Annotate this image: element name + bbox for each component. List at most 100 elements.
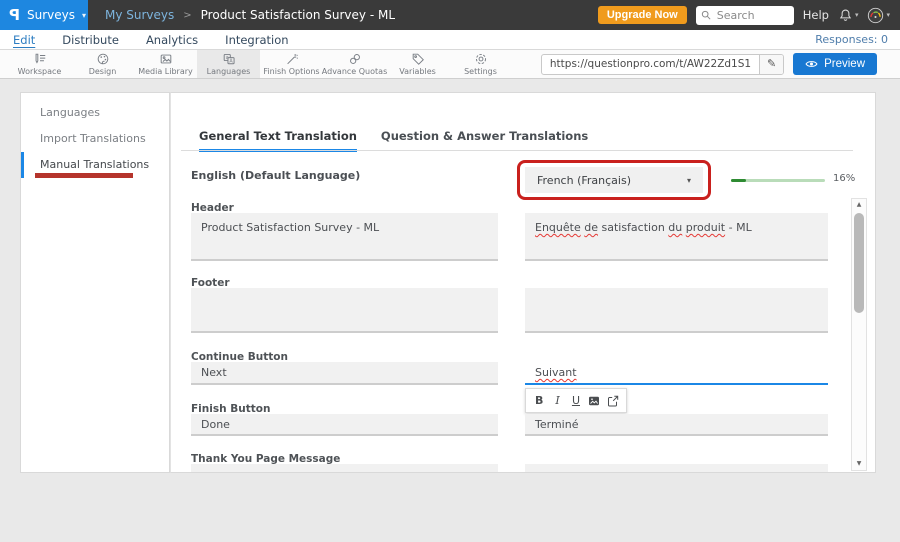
breadcrumb-separator: >: [183, 10, 191, 21]
format-toolbar: B I U: [525, 388, 627, 413]
eye-icon: [805, 59, 818, 69]
scroll-down-icon[interactable]: ▼: [852, 458, 866, 470]
toolbar-languages-label: Languages: [207, 67, 251, 76]
search-input[interactable]: [715, 8, 785, 23]
scrollbar-thumb[interactable]: [854, 213, 864, 313]
toolbar-workspace[interactable]: Workspace: [8, 50, 71, 78]
global-search[interactable]: [696, 6, 794, 25]
survey-url-box: https://questionpro.com/t/AW22Zd1S1 ✎: [541, 54, 784, 75]
field-target-thank-you-page[interactable]: [525, 464, 828, 473]
target-language-value: French (Français): [537, 174, 631, 187]
target-language-dropdown[interactable]: French (Français) ▾: [525, 167, 703, 193]
survey-url-area: https://questionpro.com/t/AW22Zd1S1 ✎ Pr…: [541, 50, 900, 78]
main-nav: Edit Distribute Analytics Integration Re…: [0, 30, 900, 50]
translation-progress-fill: [731, 179, 746, 182]
top-bar: P Surveys ▾ My Surveys > Product Satisfa…: [0, 0, 900, 30]
toolbar-workspace-label: Workspace: [18, 67, 62, 76]
scroll-up-icon[interactable]: ▲: [852, 199, 866, 211]
account-menu[interactable]: ▾: [867, 7, 890, 24]
page-title: Product Satisfaction Survey - ML: [201, 8, 395, 22]
palette-icon: [96, 52, 110, 66]
toolbar-design-label: Design: [89, 67, 117, 76]
toolbar-advance-quotas-label: Advance Quotas: [322, 67, 387, 76]
field-target-continue-button[interactable]: Suivant: [525, 362, 828, 385]
chevron-down-icon: ▾: [687, 176, 691, 185]
preview-button[interactable]: Preview: [793, 53, 877, 75]
vertical-scrollbar[interactable]: ▲ ▼: [851, 198, 867, 471]
responses-count[interactable]: Responses: 0: [815, 33, 900, 46]
nav-analytics[interactable]: Analytics: [146, 33, 198, 47]
bell-icon: [838, 8, 853, 23]
field-target-finish-button[interactable]: Terminé: [525, 414, 828, 436]
nav-integration[interactable]: Integration: [225, 33, 288, 47]
questionpro-logo-icon: P: [9, 6, 20, 24]
toolbar-languages[interactable]: aA Languages: [197, 50, 260, 78]
field-target-footer[interactable]: [525, 288, 828, 333]
chevron-down-icon: ▾: [82, 11, 86, 20]
breadcrumb-my-surveys[interactable]: My Surveys: [105, 8, 174, 22]
toolbar-settings-label: Settings: [464, 67, 497, 76]
toolbar-settings[interactable]: Settings: [449, 50, 512, 78]
top-bar-actions: Upgrade Now Help ▾ ▾: [598, 6, 900, 25]
field-source-footer[interactable]: [191, 288, 498, 333]
toolbar-variables[interactable]: Variables: [386, 50, 449, 78]
tab-general-text-translation[interactable]: General Text Translation: [199, 129, 357, 152]
avatar: [867, 7, 884, 24]
bold-button[interactable]: B: [532, 395, 547, 406]
image-icon: [159, 52, 173, 66]
toolbar-media-library-label: Media Library: [138, 67, 193, 76]
translate-icon: aA: [222, 52, 236, 66]
field-source-continue-button[interactable]: Next: [191, 362, 498, 385]
toolbar-media-library[interactable]: Media Library: [134, 50, 197, 78]
toolbar-finish-options-label: Finish Options: [263, 67, 319, 76]
toolbar-variables-label: Variables: [399, 67, 436, 76]
source-language-label: English (Default Language): [191, 169, 360, 182]
nav-edit[interactable]: Edit: [13, 33, 35, 47]
chevron-down-icon: ▾: [886, 11, 890, 19]
open-link-button[interactable]: [605, 395, 620, 407]
magic-wand-icon: [285, 52, 299, 66]
edit-url-button[interactable]: ✎: [759, 54, 783, 75]
product-menu[interactable]: P Surveys ▾: [0, 0, 88, 30]
underline-button[interactable]: U: [568, 395, 583, 406]
italic-button[interactable]: I: [550, 395, 565, 406]
field-source-finish-button[interactable]: Done: [191, 414, 498, 436]
nav-distribute[interactable]: Distribute: [62, 33, 119, 47]
translation-progress-bar: [731, 179, 825, 182]
questionpro-app: P Surveys ▾ My Surveys > Product Satisfa…: [0, 0, 900, 542]
tag-icon: [411, 52, 425, 66]
pencil-icon: ✎: [767, 57, 776, 70]
notifications-menu[interactable]: ▾: [838, 8, 859, 23]
upgrade-now-button[interactable]: Upgrade Now: [598, 6, 687, 24]
translation-progress-percent: 16%: [833, 173, 855, 184]
tab-question-answer-translations[interactable]: Question & Answer Translations: [381, 129, 588, 152]
search-icon: [701, 10, 711, 20]
toolbar-finish-options[interactable]: Finish Options: [260, 50, 323, 78]
preview-button-label: Preview: [824, 58, 865, 70]
open-in-new-icon: [607, 395, 619, 407]
sidebar-item-languages[interactable]: Languages: [21, 100, 169, 126]
translation-tabs: General Text Translation Question & Answ…: [199, 129, 588, 152]
field-source-header[interactable]: Product Satisfaction Survey - ML: [191, 213, 498, 261]
toolbar-design[interactable]: Design: [71, 50, 134, 78]
gear-icon: [474, 52, 488, 66]
field-source-thank-you-page[interactable]: [191, 464, 498, 473]
tabs-divider: [181, 150, 853, 151]
workspace-icon: [33, 52, 47, 66]
survey-url[interactable]: https://questionpro.com/t/AW22Zd1S1: [542, 58, 759, 70]
chevron-down-icon: ▾: [855, 11, 859, 19]
sidebar-item-import-translations[interactable]: Import Translations: [21, 126, 169, 152]
edit-toolbar: Workspace Design Media Library aA Langua…: [0, 50, 900, 79]
breadcrumb: My Surveys > Product Satisfaction Survey…: [105, 8, 395, 22]
insert-image-button[interactable]: [587, 395, 602, 407]
translations-sidebar: Languages Import Translations Manual Tra…: [20, 92, 170, 473]
image-icon: [588, 395, 600, 407]
annotation-underline: [35, 173, 133, 178]
help-link[interactable]: Help: [803, 8, 829, 22]
target-text-continue-button: Suivant: [535, 366, 577, 379]
manual-translations-panel: General Text Translation Question & Answ…: [170, 92, 876, 473]
field-target-header[interactable]: Enquête de satisfaction du produit - ML: [525, 213, 828, 261]
target-text-header: Enquête de satisfaction du produit - ML: [535, 221, 752, 234]
toolbar-advance-quotas[interactable]: Advance Quotas: [323, 50, 386, 78]
chain-links-icon: [348, 52, 362, 66]
